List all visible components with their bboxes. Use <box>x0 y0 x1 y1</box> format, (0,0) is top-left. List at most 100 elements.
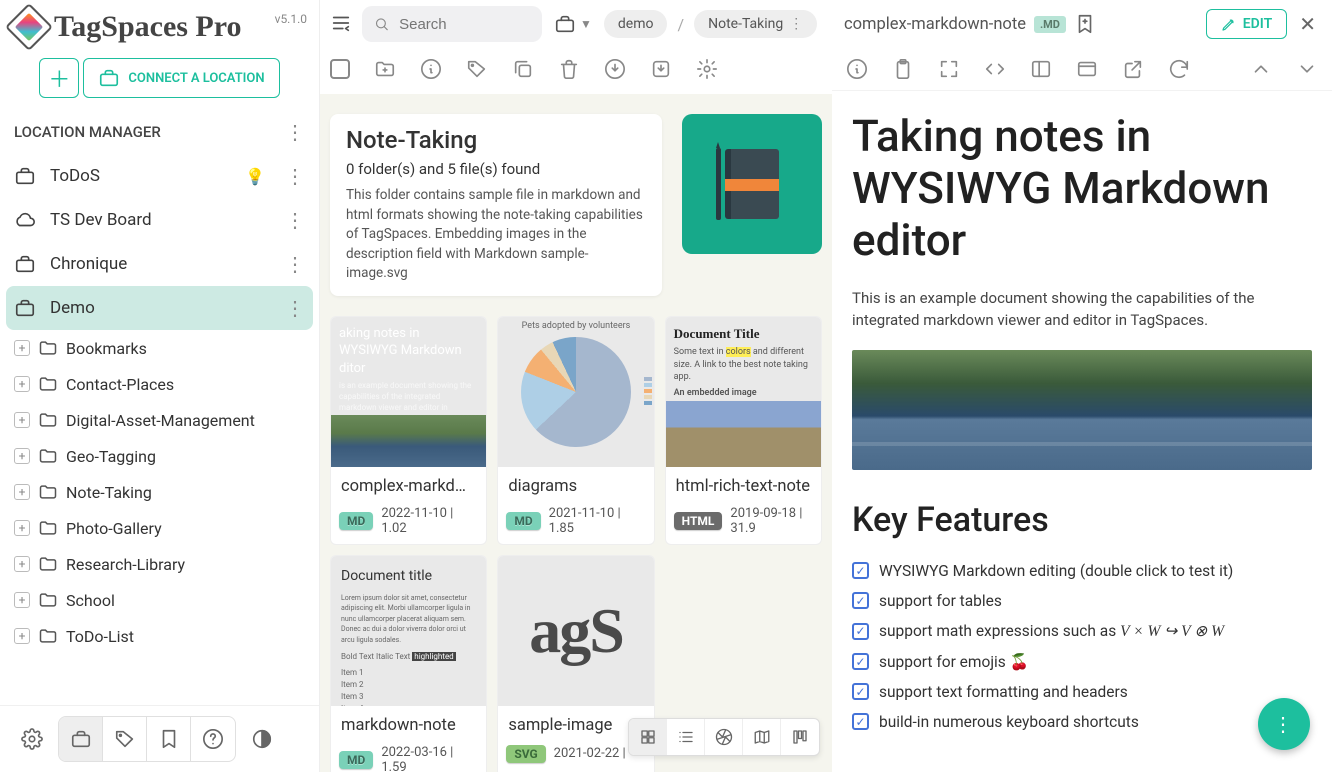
delete-button[interactable] <box>558 58 580 80</box>
select-all-checkbox[interactable] <box>330 59 350 79</box>
location-item[interactable]: ToDoS💡⋮ <box>0 154 319 198</box>
gear-icon <box>21 728 43 750</box>
view-locations-button[interactable] <box>59 717 103 761</box>
code-button[interactable] <box>984 58 1006 80</box>
expand-icon[interactable]: + <box>14 628 30 644</box>
edit-button[interactable]: EDIT <box>1206 9 1287 39</box>
file-card[interactable]: Document titleLorem ipsum dolor sit amet… <box>330 555 487 772</box>
theme-toggle-button[interactable] <box>240 717 284 761</box>
location-item[interactable]: Chronique⋮ <box>0 242 319 286</box>
info-button[interactable] <box>846 58 868 80</box>
tag-icon <box>114 728 136 750</box>
clipboard-button[interactable] <box>892 58 914 80</box>
list-icon <box>677 728 695 746</box>
checkbox-checked-icon[interactable]: ✓ <box>852 713 869 730</box>
expand-icon[interactable]: + <box>14 448 30 464</box>
search-input[interactable] <box>399 16 530 33</box>
location-dropdown[interactable]: ▼ <box>550 13 596 35</box>
tag-button[interactable] <box>466 58 488 80</box>
expand-icon[interactable]: + <box>14 484 30 500</box>
tree-item[interactable]: + Photo-Gallery <box>0 510 319 546</box>
properties-button[interactable] <box>420 58 442 80</box>
copy-button[interactable] <box>512 58 534 80</box>
connect-location-button[interactable]: CONNECT A LOCATION <box>83 58 279 98</box>
download-button[interactable] <box>604 58 626 80</box>
close-preview-button[interactable]: ✕ <box>1295 8 1320 40</box>
view-kanban-button[interactable] <box>781 719 819 755</box>
file-ext-badge: MD <box>506 512 540 530</box>
checkbox-checked-icon[interactable]: ✓ <box>852 653 869 670</box>
new-folder-button[interactable] <box>374 58 396 80</box>
breadcrumb-root[interactable]: demo <box>604 10 668 38</box>
checklist-text: support text formatting and headers <box>879 683 1128 701</box>
help-button[interactable] <box>191 717 235 761</box>
search-icon <box>374 15 389 33</box>
file-thumbnail: Document TitleSome text in colors and di… <box>666 317 821 467</box>
file-meta: 2019-09-18 | 31.9 <box>730 506 813 536</box>
view-map-button[interactable] <box>743 719 781 755</box>
bookmark-toggle[interactable] <box>1074 13 1096 35</box>
location-item-menu[interactable]: ⋮ <box>285 164 305 188</box>
location-manager-menu[interactable]: ⋮ <box>285 120 305 144</box>
view-tags-button[interactable] <box>103 717 147 761</box>
tree-label: School <box>66 591 115 610</box>
view-grid-button[interactable] <box>629 719 667 755</box>
location-item-menu[interactable]: ⋮ <box>285 296 305 320</box>
app-logo-icon <box>5 3 53 51</box>
file-grid: aking notes in WYSIWYG Markdown ditoris … <box>330 316 822 772</box>
checkbox-checked-icon[interactable]: ✓ <box>852 592 869 609</box>
tree-item[interactable]: + ToDo-List <box>0 618 319 654</box>
expand-icon[interactable]: + <box>14 412 30 428</box>
fab-button[interactable]: ⋮ <box>1258 698 1310 750</box>
folder-panel: ▼ demo / Note-Taking⋮ Note-Taking 0 fold… <box>320 0 832 772</box>
chevron-down-button[interactable] <box>1296 58 1318 80</box>
view-list-button[interactable] <box>667 719 705 755</box>
file-thumbnail: aking notes in WYSIWYG Markdown ditoris … <box>331 317 486 467</box>
expand-icon[interactable]: + <box>14 376 30 392</box>
reload-button[interactable] <box>1168 58 1190 80</box>
file-ext-badge: MD <box>339 751 373 769</box>
search-box[interactable] <box>362 6 542 42</box>
tree-item[interactable]: + School <box>0 582 319 618</box>
briefcase-icon <box>70 728 92 750</box>
breadcrumb-current[interactable]: Note-Taking⋮ <box>694 10 817 38</box>
import-button[interactable] <box>650 58 672 80</box>
location-item-menu[interactable]: ⋮ <box>285 208 305 232</box>
open-window-button[interactable] <box>1076 58 1098 80</box>
folder-settings-button[interactable] <box>696 58 718 80</box>
breadcrumb-menu-icon[interactable]: ⋮ <box>789 16 803 32</box>
file-card[interactable]: Document TitleSome text in colors and di… <box>665 316 822 545</box>
location-item-menu[interactable]: ⋮ <box>285 252 305 276</box>
briefcase-icon <box>14 297 36 319</box>
checkbox-checked-icon[interactable]: ✓ <box>852 562 869 579</box>
toggle-sidebar-button[interactable] <box>330 12 354 36</box>
file-name: complex-markd… <box>331 467 486 500</box>
checkbox-checked-icon[interactable]: ✓ <box>852 623 869 640</box>
new-button[interactable]: ＋ <box>39 58 79 98</box>
view-gallery-button[interactable] <box>705 719 743 755</box>
tree-item[interactable]: +Contact-Places <box>0 366 319 402</box>
tree-label: Photo-Gallery <box>66 519 162 538</box>
expand-icon[interactable]: + <box>14 592 30 608</box>
tree-item[interactable]: +Research-Library <box>0 546 319 582</box>
tree-label: ToDo-List <box>66 627 134 646</box>
split-left-button[interactable] <box>1030 58 1052 80</box>
location-item[interactable]: TS Dev Board⋮ <box>0 198 319 242</box>
external-button[interactable] <box>1122 58 1144 80</box>
expand-icon[interactable]: + <box>14 340 30 356</box>
expand-icon[interactable]: + <box>14 520 30 536</box>
chevron-up-button[interactable] <box>1250 58 1272 80</box>
file-card[interactable]: Pets adopted by volunteersdiagramsMD2021… <box>497 316 654 545</box>
settings-button[interactable] <box>10 717 54 761</box>
tree-item[interactable]: +Note-Taking <box>0 474 319 510</box>
cloud-icon <box>14 209 36 231</box>
tree-item[interactable]: +Digital-Asset-Management <box>0 402 319 438</box>
view-bookmarks-button[interactable] <box>147 717 191 761</box>
file-card[interactable]: aking notes in WYSIWYG Markdown ditoris … <box>330 316 487 545</box>
location-item[interactable]: Demo⋮ <box>6 286 313 330</box>
tree-item[interactable]: +Bookmarks <box>0 330 319 366</box>
checkbox-checked-icon[interactable]: ✓ <box>852 683 869 700</box>
expand-icon[interactable]: + <box>14 556 30 572</box>
fullscreen-button[interactable] <box>938 58 960 80</box>
tree-item[interactable]: +Geo-Tagging <box>0 438 319 474</box>
